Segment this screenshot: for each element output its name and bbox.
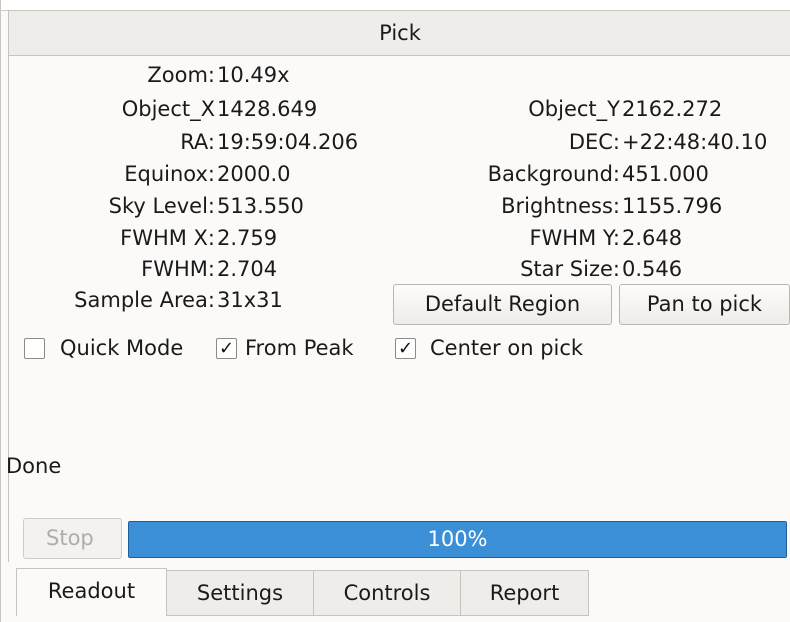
ra-label: RA:: [180, 130, 215, 154]
center-on-pick-checkbox[interactable]: ✓: [395, 338, 416, 359]
fwhm-label: FWHM:: [141, 257, 215, 281]
pan-to-pick-button[interactable]: Pan to pick: [619, 284, 790, 325]
stop-button[interactable]: Stop: [23, 518, 122, 559]
tab-settings[interactable]: Settings: [166, 570, 314, 616]
object-y-value: 2162.272: [622, 97, 723, 121]
tab-controls[interactable]: Controls: [313, 570, 461, 616]
brightness-value: 1155.796: [622, 194, 723, 218]
background-label: Background:: [487, 162, 620, 186]
star-size-label: Star Size:: [520, 257, 620, 281]
sample-area-value: 31x31: [217, 288, 283, 312]
fwhm-y-value: 2.648: [622, 226, 683, 250]
background-value: 451.000: [622, 162, 709, 186]
tab-readout[interactable]: Readout: [16, 568, 167, 616]
sky-level-value: 513.550: [217, 194, 304, 218]
quick-mode-label: Quick Mode: [60, 336, 184, 360]
default-region-button[interactable]: Default Region: [393, 284, 612, 325]
progress-label: 100%: [427, 527, 488, 551]
object-x-value: 1428.649: [217, 97, 318, 121]
from-peak-label: From Peak: [245, 336, 354, 360]
from-peak-checkbox[interactable]: ✓: [216, 338, 237, 359]
progress-bar: 100%: [128, 521, 787, 558]
object-y-label: Object_Y: [528, 97, 620, 121]
ra-value: 19:59:04.206: [217, 130, 359, 154]
fwhm-y-label: FWHM Y:: [529, 226, 620, 250]
center-on-pick-label: Center on pick: [430, 336, 584, 360]
sky-level-label: Sky Level:: [108, 194, 215, 218]
star-size-value: 0.546: [622, 257, 683, 281]
window-title: Pick: [8, 10, 790, 56]
tab-report[interactable]: Report: [460, 570, 589, 616]
fwhm-x-label: FWHM X:: [120, 226, 215, 250]
fwhm-value: 2.704: [217, 257, 278, 281]
status-text: Done: [6, 454, 62, 478]
equinox-value: 2000.0: [217, 162, 291, 186]
dec-value: +22:48:40.10: [622, 130, 768, 154]
sample-area-label: Sample Area:: [74, 288, 215, 312]
readout-panel: Zoom: 10.49x Object_X 1428.649 Object_Y …: [6, 56, 790, 562]
pick-window: Pick Zoom: 10.49x Object_X 1428.649 Obje…: [0, 0, 790, 622]
zoom-value: 10.49x: [217, 63, 290, 87]
brightness-label: Brightness:: [501, 194, 620, 218]
equinox-label: Equinox:: [124, 162, 215, 186]
zoom-label: Zoom:: [147, 63, 215, 87]
fwhm-x-value: 2.759: [217, 226, 278, 250]
object-x-label: Object_X: [121, 97, 215, 121]
quick-mode-checkbox[interactable]: [24, 338, 45, 359]
dec-label: DEC:: [568, 130, 620, 154]
